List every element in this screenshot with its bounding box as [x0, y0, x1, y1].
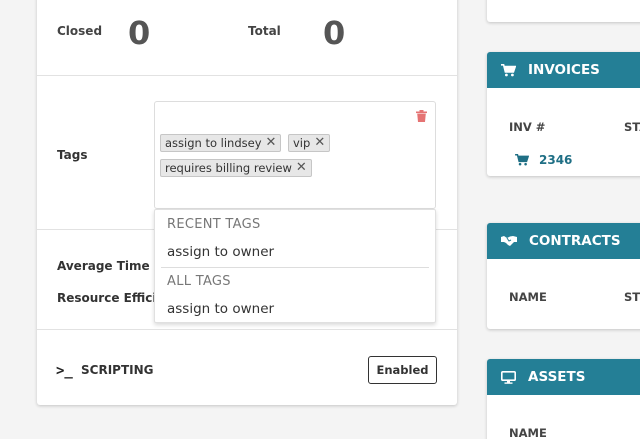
remove-tag-icon[interactable]: ✕ [314, 136, 325, 150]
col-status: ST [624, 290, 640, 304]
col-status: STA [624, 120, 640, 134]
scripting-label: SCRIPTING [81, 363, 154, 377]
invoices-card: INVOICES INV # STA 2346 [487, 52, 640, 176]
contracts-header: CONTRACTS [487, 223, 640, 259]
tag-chip: assign to lindsey ✕ [160, 134, 282, 152]
remove-tag-icon[interactable]: ✕ [266, 136, 277, 150]
top-card-partial [487, 0, 640, 22]
total-value: 0 [323, 14, 346, 52]
tags-input[interactable]: assign to lindsey ✕ vip ✕ requires billi… [154, 101, 436, 209]
assets-card: ASSETS NAME [487, 359, 640, 439]
monitor-icon [501, 370, 516, 384]
divider [37, 329, 457, 330]
invoice-link[interactable]: 2346 [515, 153, 572, 167]
ticket-details-card: Closed 0 Total 0 Tags assign to lindsey … [37, 0, 457, 405]
tag-chip-label: assign to lindsey [165, 136, 262, 150]
col-name: NAME [509, 290, 547, 304]
closed-label: Closed [57, 24, 103, 38]
tags-label: Tags [57, 148, 88, 162]
cart-icon [515, 154, 529, 166]
tag-chip: requires billing review ✕ [160, 159, 312, 177]
assets-title: ASSETS [528, 369, 586, 385]
terminal-icon: >_ [56, 363, 73, 379]
recent-tags-header: RECENT TAGS [167, 217, 261, 232]
dropdown-option[interactable]: assign to owner [167, 301, 274, 317]
assets-header: ASSETS [487, 359, 640, 395]
dropdown-separator [161, 267, 429, 268]
remove-tag-icon[interactable]: ✕ [296, 161, 307, 175]
total-label: Total [248, 24, 281, 38]
trash-icon[interactable] [416, 110, 427, 122]
tag-chip-label: vip [293, 136, 311, 150]
tags-dropdown: RECENT TAGS assign to owner ALL TAGS ass… [154, 209, 436, 323]
scripting-enabled-button[interactable]: Enabled [368, 356, 437, 384]
contracts-title: CONTRACTS [529, 233, 621, 249]
tag-chip-label: requires billing review [165, 161, 292, 175]
invoices-header: INVOICES [487, 52, 640, 88]
col-name: NAME [509, 426, 547, 439]
invoice-number: 2346 [539, 153, 573, 167]
cart-icon [501, 63, 516, 76]
contracts-card: CONTRACTS NAME ST [487, 223, 640, 329]
tag-chip: vip ✕ [288, 134, 331, 152]
col-inv-number: INV # [509, 120, 546, 134]
resource-efficiency-label: Resource Efficie [57, 291, 165, 305]
closed-value: 0 [128, 14, 151, 52]
all-tags-header: ALL TAGS [167, 274, 231, 289]
dropdown-option[interactable]: assign to owner [167, 244, 274, 260]
invoices-title: INVOICES [528, 62, 600, 78]
handshake-icon [501, 236, 517, 246]
divider [37, 75, 457, 76]
